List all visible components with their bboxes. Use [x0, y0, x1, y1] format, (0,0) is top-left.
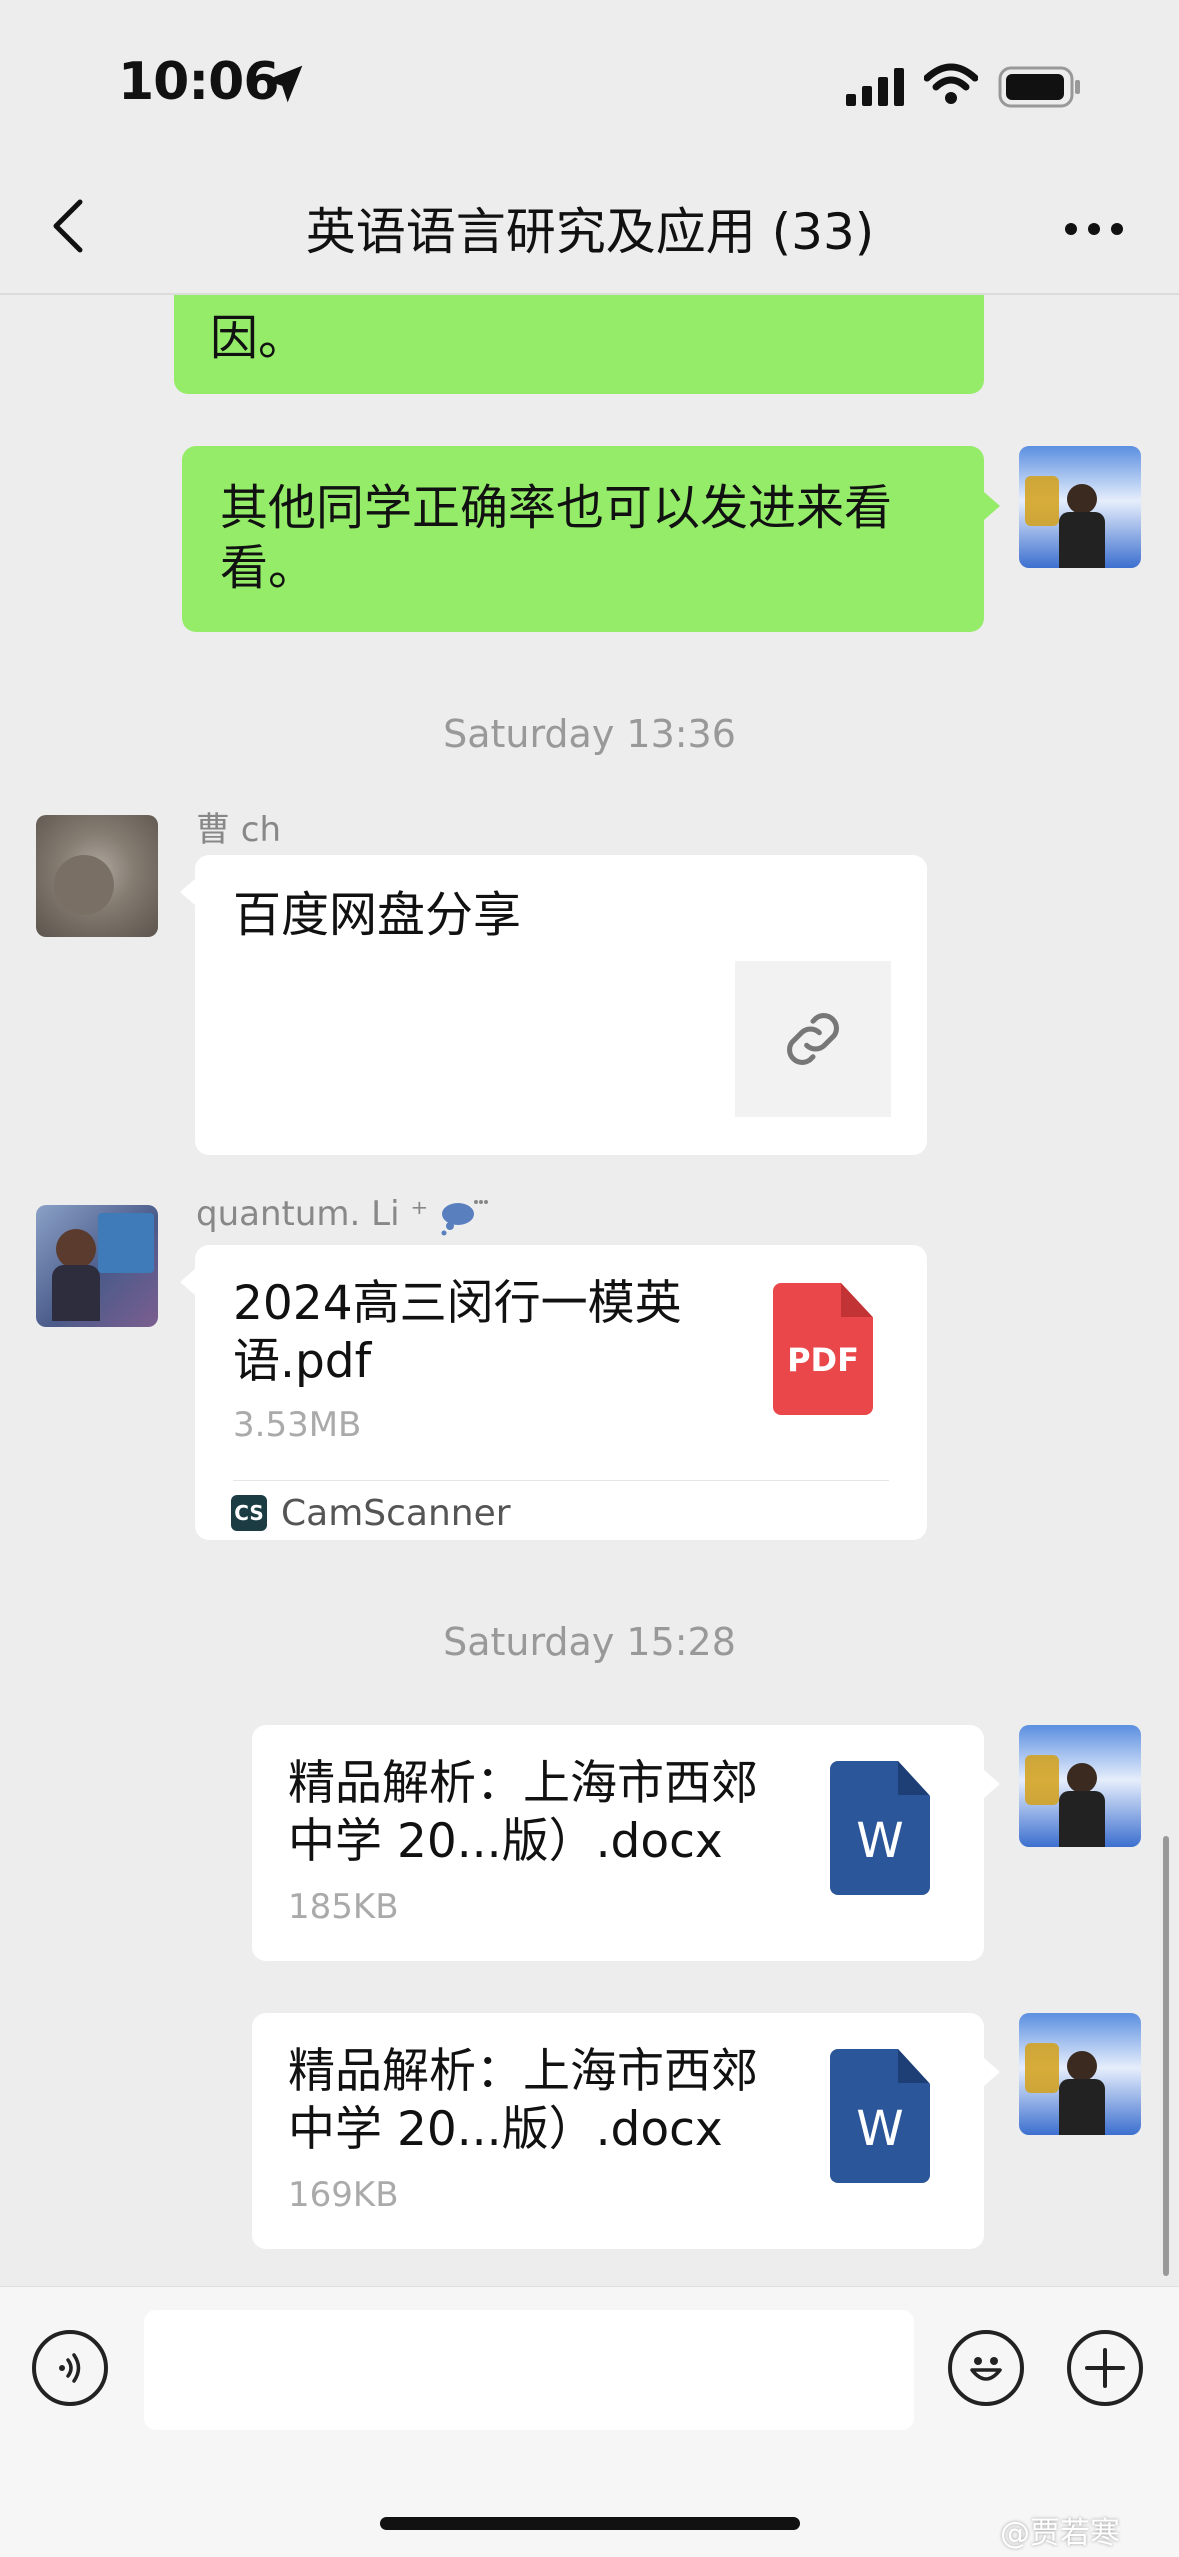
self-avatar[interactable]	[1019, 446, 1141, 568]
word-file-icon: W	[830, 2049, 930, 2183]
file-card-docx[interactable]: 精品解析：上海市西郊中学 20...版）.docx 169KB W	[252, 2013, 984, 2249]
link-thumbnail	[735, 961, 891, 1117]
avatar-figure-body	[1059, 512, 1105, 568]
self-avatar[interactable]	[1019, 2013, 1141, 2135]
avatar-logo	[1025, 476, 1059, 526]
word-fold	[898, 1761, 930, 1795]
file-size: 3.53MB	[233, 1405, 362, 1445]
wifi-icon	[924, 63, 978, 104]
battery-icon	[998, 66, 1080, 108]
word-badge: W	[856, 2101, 904, 2157]
pdf-fold	[841, 1283, 873, 1317]
link-card[interactable]: 百度网盘分享	[195, 855, 927, 1155]
word-badge: W	[856, 1813, 904, 1869]
avatar-board	[98, 1213, 154, 1273]
file-card-pdf[interactable]: 2024高三闵行一模英语.pdf 3.53MB PDF CS CamScanne…	[195, 1245, 927, 1540]
link-title: 百度网盘分享	[233, 887, 522, 943]
file-name: 精品解析：上海市西郊中学 20...版）.docx	[288, 2044, 758, 2157]
plus-icon	[1085, 2348, 1125, 2388]
avatar-logo	[1025, 1755, 1059, 1805]
timestamp-label: Saturday 15:28	[443, 1620, 736, 1664]
camscanner-icon: CS	[231, 1495, 267, 1531]
avatar-figure	[1067, 1763, 1097, 1793]
avatar-figure	[54, 855, 114, 915]
card-divider	[233, 1480, 889, 1481]
avatar-figure	[56, 1229, 96, 1269]
home-indicator[interactable]	[380, 2517, 800, 2530]
link-icon	[787, 1013, 839, 1065]
status-cloud-icon	[441, 1200, 488, 1236]
avatar-figure-body	[52, 1265, 100, 1321]
sender-name: quantum. Li ⁺	[196, 1194, 429, 1234]
bubble-tail	[984, 2058, 1000, 2086]
message-text: 因。	[210, 310, 307, 366]
timestamp-label: Saturday 13:36	[443, 712, 736, 756]
word-file-icon: W	[830, 1761, 930, 1895]
word-fold	[898, 2049, 930, 2083]
bubble-tail	[180, 1268, 196, 1296]
self-avatar[interactable]	[1019, 1725, 1141, 1847]
scrollbar[interactable]	[1163, 1836, 1169, 2276]
pdf-file-icon: PDF	[773, 1283, 873, 1415]
avatar-figure-body	[1059, 1791, 1105, 1847]
bubble-tail	[180, 878, 196, 906]
file-name: 精品解析：上海市西郊中学 20...版）.docx	[288, 1756, 758, 1869]
pdf-badge: PDF	[787, 1341, 859, 1379]
voice-wave-icon	[59, 2353, 81, 2383]
smiley-icon	[970, 2357, 1002, 2381]
bubble-tail	[984, 492, 1000, 520]
message-input[interactable]	[144, 2310, 914, 2430]
avatar-figure	[1067, 2051, 1097, 2081]
voice-input-button[interactable]	[32, 2330, 108, 2406]
file-card-docx[interactable]: 精品解析：上海市西郊中学 20...版）.docx 185KB W	[252, 1725, 984, 1961]
watermark: @贾若寒	[1000, 2516, 1120, 2551]
back-chevron-icon[interactable]	[48, 196, 88, 256]
quantum-avatar[interactable]	[36, 1205, 158, 1327]
message-text: 其他同学正确率也可以发进来看看。	[220, 480, 893, 596]
caoch-avatar[interactable]	[36, 815, 158, 937]
file-name: 2024高三闵行一模英语.pdf	[233, 1276, 682, 1389]
emoji-button[interactable]	[948, 2330, 1024, 2406]
chat-title-overlay: 英语语言研究及应用 (33)	[305, 203, 875, 261]
avatar-logo	[1025, 2043, 1059, 2093]
more-options-icon[interactable]	[1064, 222, 1124, 236]
avatar-figure-body	[1059, 2079, 1105, 2135]
file-size: 185KB	[288, 1887, 399, 1927]
avatar-figure	[1067, 484, 1097, 514]
status-time-overlay: 10:06	[118, 52, 280, 112]
source-app-name: CamScanner	[281, 1493, 511, 1534]
message-bubble-self[interactable]: 其他同学正确率也可以发进来看看。	[182, 446, 984, 632]
location-arrow-icon	[265, 65, 303, 103]
more-functions-button[interactable]	[1067, 2330, 1143, 2406]
header-divider	[0, 293, 1179, 295]
file-size: 169KB	[288, 2175, 399, 2215]
sender-name: 曹 ch	[196, 810, 282, 850]
bubble-tail	[984, 1770, 1000, 1798]
cellular-signal-icon	[846, 68, 904, 106]
